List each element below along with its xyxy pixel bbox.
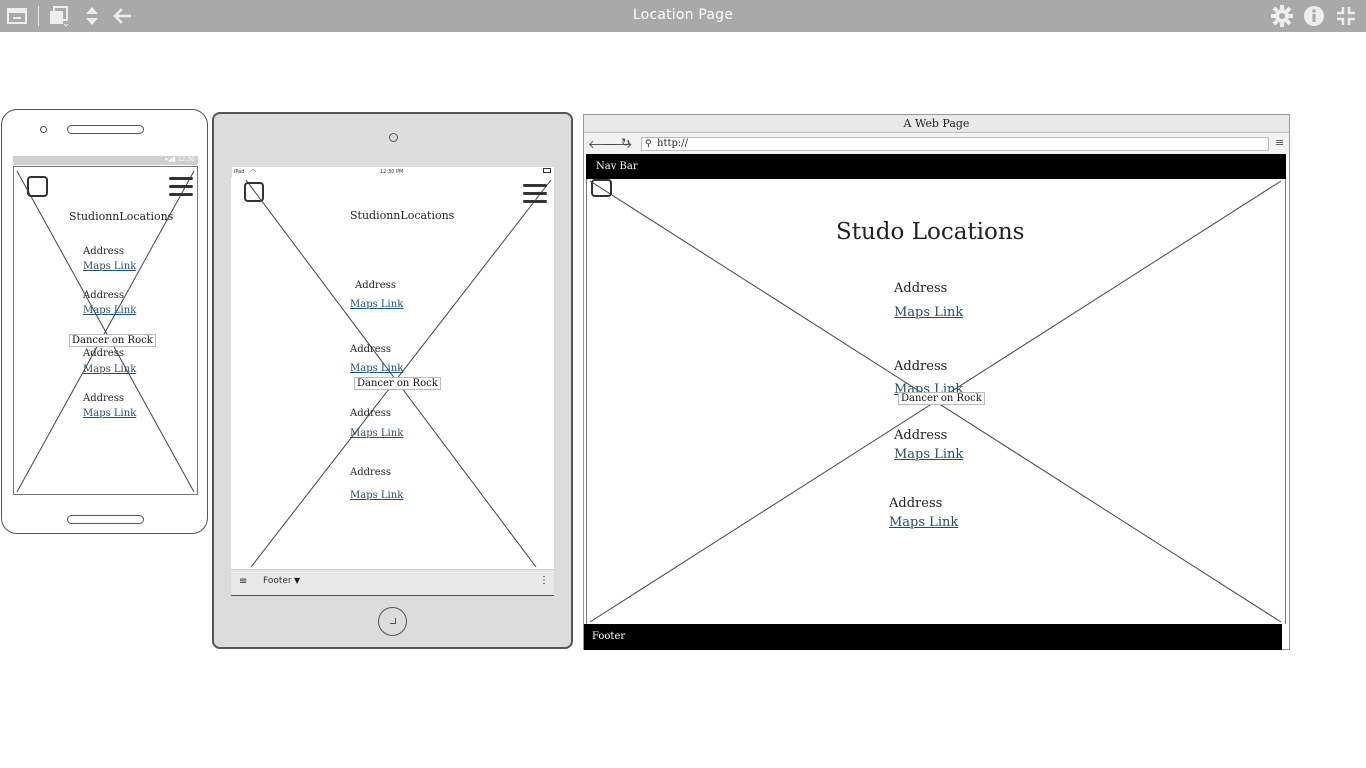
tablet-logo-box[interactable]: [244, 182, 264, 202]
url-input[interactable]: ⚲ http://: [641, 137, 1269, 151]
url-text: http://: [657, 138, 688, 149]
footer-bar: Footer: [584, 624, 1282, 650]
tablet-footer-bar: ≡ Footer ▼ ⋮: [231, 569, 554, 595]
location-address: Address: [894, 281, 948, 296]
carrier-label: iPad: [234, 169, 245, 175]
location-address: Address: [350, 344, 391, 355]
browser-window-title: A Web Page: [584, 115, 1289, 133]
app-toolbar: Location Page: [0, 0, 1366, 32]
nav-bar: Nav Bar: [586, 154, 1286, 179]
gear-icon[interactable]: [1270, 4, 1294, 28]
location-address: Address: [894, 428, 948, 443]
maps-link[interactable]: Maps Link: [350, 363, 403, 374]
maps-link[interactable]: Maps Link: [894, 447, 963, 462]
more-vertical-icon[interactable]: ⋮: [539, 575, 549, 586]
tablet-screen: StudionnLocations Address Maps Link Addr…: [231, 177, 554, 569]
tablet-divider: [231, 595, 554, 596]
maps-link[interactable]: Maps Link: [894, 305, 963, 320]
maps-link[interactable]: Maps Link: [83, 408, 136, 419]
reload-icon[interactable]: ↻: [621, 136, 630, 149]
maps-link[interactable]: Maps Link: [83, 305, 136, 316]
location-address: Address: [83, 246, 124, 257]
tablet-page-title: StudionnLocations: [350, 209, 455, 222]
phone-logo-box[interactable]: [27, 176, 48, 197]
tablet-status-bar: iPad ◠ 12:30 PM: [232, 167, 554, 177]
phone-page-title: StudionnLocations: [69, 210, 174, 223]
browser-mockup: A Web Page 🡐 🡒 ↻ ⚲ http:// ≡ Nav Bar Stu…: [583, 114, 1290, 650]
image-caption: Dancer on Rock: [354, 377, 441, 390]
image-caption: Dancer on Rock: [898, 392, 985, 405]
tablet-home-button[interactable]: [378, 607, 407, 636]
location-address: Address: [355, 280, 396, 291]
tablet-camera: [389, 133, 398, 142]
footer-dropdown[interactable]: Footer: [263, 576, 292, 586]
maps-link[interactable]: Maps Link: [350, 299, 403, 310]
wifi-icon: ◠: [250, 168, 257, 176]
menu-icon[interactable]: ≡: [239, 576, 247, 587]
nav-bar-label: Nav Bar: [596, 161, 638, 172]
chevron-down-icon[interactable]: ▼: [294, 576, 300, 585]
location-address: Address: [350, 467, 391, 478]
phone-mockup: ▾◢▮ 12:30 StudionnLocations Address Maps…: [1, 109, 208, 534]
browser-toolbar: 🡐 🡒 ↻ ⚲ http:// ≡: [584, 134, 1289, 154]
location-address: Address: [889, 496, 943, 511]
browser-content: Studo Locations Address Maps Link Addres…: [586, 179, 1286, 624]
location-address: Address: [83, 393, 124, 404]
browser-menu-icon[interactable]: ≡: [1275, 136, 1284, 149]
info-icon[interactable]: [1302, 4, 1326, 28]
image-caption: Dancer on Rock: [69, 334, 156, 347]
maps-link[interactable]: Maps Link: [83, 364, 136, 375]
location-address: Address: [83, 290, 124, 301]
window-title: Location Page: [632, 7, 734, 23]
maps-link[interactable]: Maps Link: [83, 261, 136, 272]
battery-icon: [543, 168, 551, 173]
browser-logo-box[interactable]: [591, 179, 612, 197]
location-address: Address: [83, 348, 124, 359]
phone-screen: StudionnLocations Address Maps Link Addr…: [13, 166, 198, 495]
browser-page-title: Studo Locations: [836, 219, 1025, 245]
phone-home-bar[interactable]: [67, 515, 144, 524]
search-icon: ⚲: [645, 139, 652, 149]
tablet-menu-icon[interactable]: [523, 184, 547, 203]
phone-status-bar: ▾◢▮ 12:30: [13, 156, 198, 165]
maps-link[interactable]: Maps Link: [350, 428, 403, 439]
maps-link[interactable]: Maps Link: [350, 490, 403, 501]
phone-speaker: [67, 125, 144, 134]
phone-menu-icon[interactable]: [169, 177, 193, 196]
phone-camera: [40, 126, 47, 133]
location-address: Address: [894, 359, 948, 374]
location-address: Address: [350, 408, 391, 419]
tablet-mockup: iPad ◠ 12:30 PM StudionnLocations Addres…: [212, 112, 573, 649]
clock-label: 12:30 PM: [380, 169, 404, 175]
maps-link[interactable]: Maps Link: [889, 515, 958, 530]
footer-label: Footer: [592, 631, 626, 642]
collapse-icon[interactable]: [1334, 4, 1358, 28]
